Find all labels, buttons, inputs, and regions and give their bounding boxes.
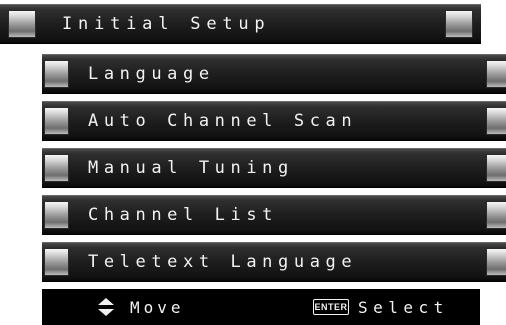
item-right-cap [486, 201, 506, 229]
menu-item-label: Language [88, 64, 215, 84]
item-left-cap [44, 248, 69, 276]
menu-item-label: Teletext Language [88, 252, 358, 272]
help-bar: Move ENTER Select [42, 289, 480, 325]
initial-setup-screen: Initial Setup Language Auto Channel Scan… [0, 0, 506, 325]
menu-item-channel-list[interactable]: Channel List [42, 195, 506, 235]
item-right-cap [486, 107, 506, 135]
title-right-cap [445, 10, 473, 38]
menu-title: Initial Setup [62, 14, 271, 34]
menu-item-teletext-language[interactable]: Teletext Language [42, 242, 506, 282]
menu-title-bar: Initial Setup [0, 4, 481, 44]
item-left-cap [44, 201, 69, 229]
enter-key-icon: ENTER [313, 299, 349, 315]
item-right-cap [486, 248, 506, 276]
menu-item-manual-tuning[interactable]: Manual Tuning [42, 148, 506, 188]
select-hint: Select [358, 297, 449, 317]
menu-item-auto-channel-scan[interactable]: Auto Channel Scan [42, 101, 506, 141]
item-left-cap [44, 154, 69, 182]
menu-item-language[interactable]: Language [42, 54, 506, 94]
title-left-cap [8, 10, 36, 38]
menu-item-label: Auto Channel Scan [88, 111, 358, 131]
item-right-cap [486, 60, 506, 88]
item-right-cap [486, 154, 506, 182]
move-hint: Move [130, 297, 185, 317]
up-down-arrows-icon [98, 298, 114, 316]
menu-item-label: Channel List [88, 205, 279, 225]
menu-item-label: Manual Tuning [88, 158, 294, 178]
item-left-cap [44, 60, 69, 88]
item-left-cap [44, 107, 69, 135]
